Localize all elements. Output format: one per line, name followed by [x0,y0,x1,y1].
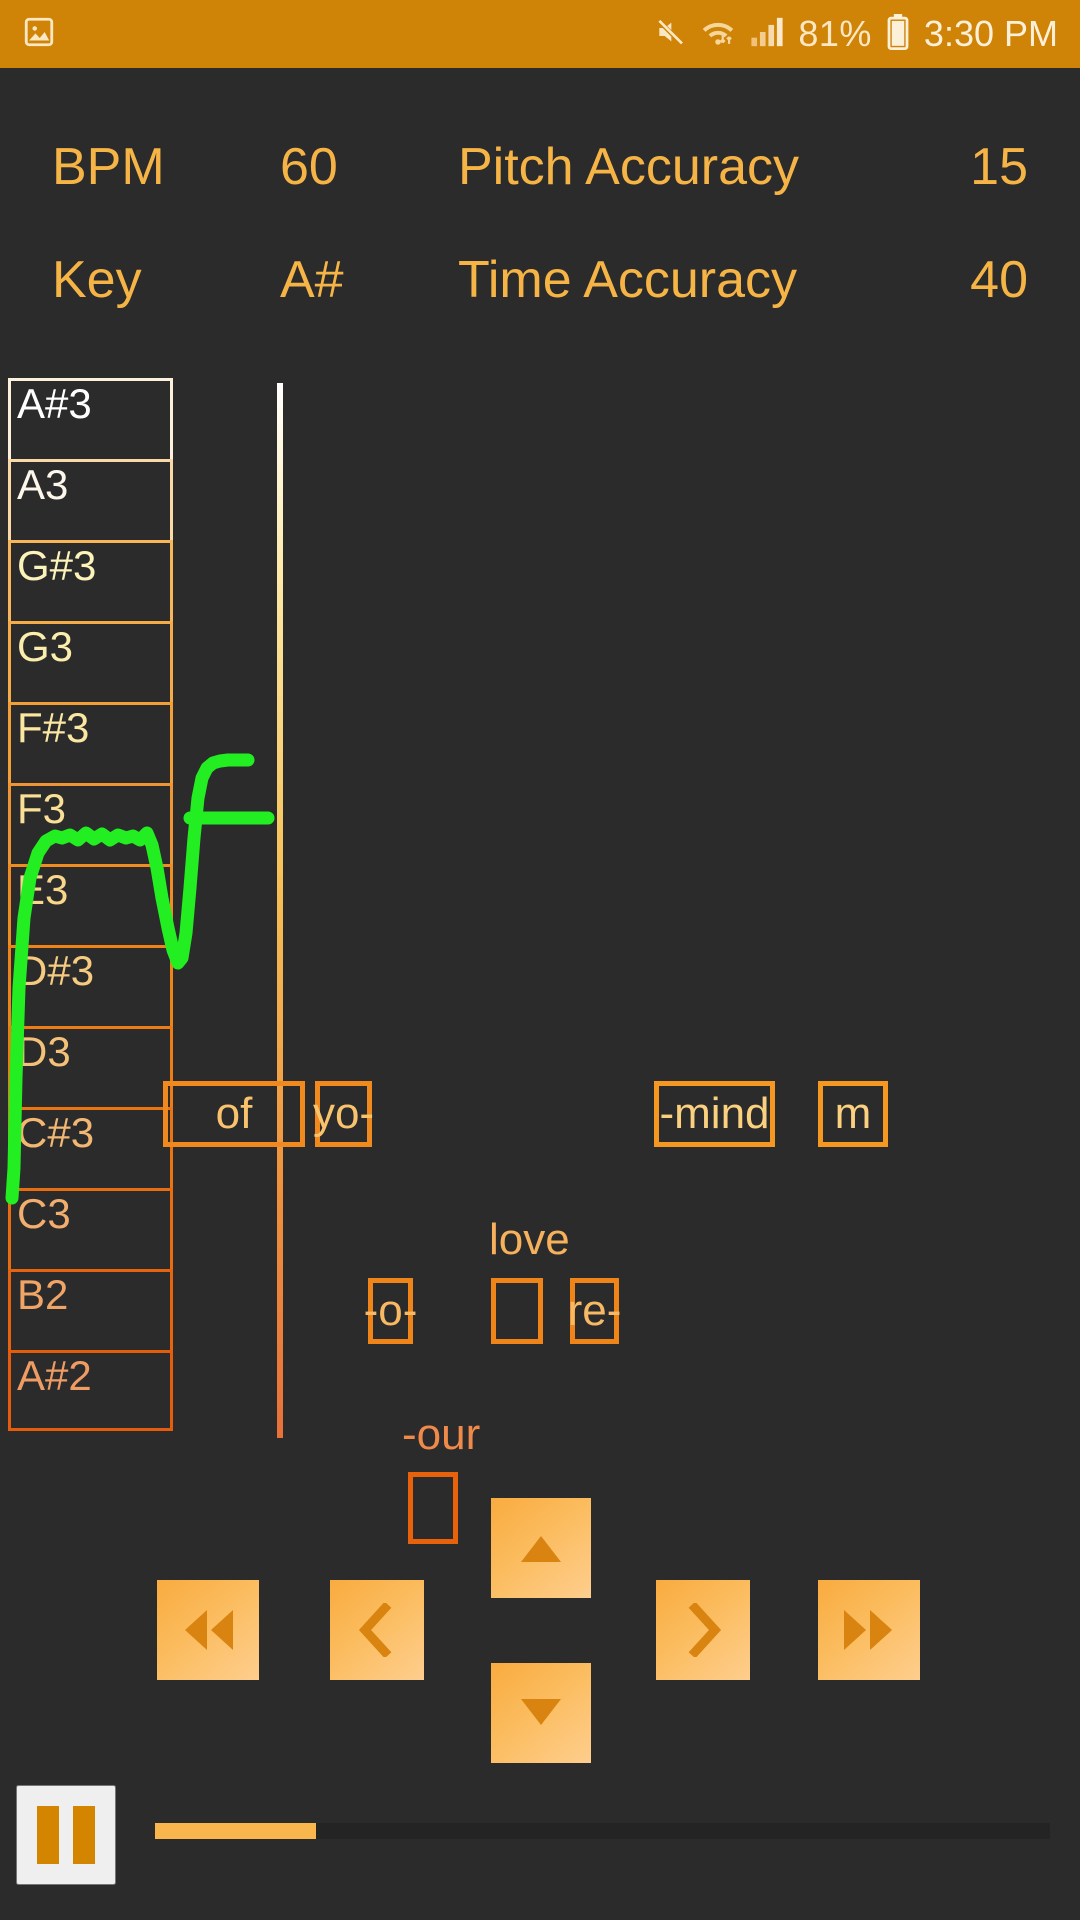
bpm-label: BPM [52,138,165,196]
clock-label: 3:30 PM [923,13,1058,54]
piano-roll[interactable]: A#3 A3 G#3 G3 F#3 F3 E3 D#3 D3 C#3 C3 B2 A#2 of yo- -m… [0,378,1080,1544]
up-button[interactable] [491,1498,591,1598]
down-button[interactable] [491,1663,591,1763]
mute-icon [654,16,686,53]
status-bar-right: 81% 3:30 PM [654,13,1058,55]
transport-pad [0,1480,1080,1763]
chevron-left-icon [358,1603,392,1657]
status-bar-left [22,15,56,54]
bottom-bar [0,1775,1080,1920]
pause-icon-bar-right [73,1806,95,1864]
battery-icon [886,13,910,55]
image-icon [22,15,56,54]
prev-button[interactable] [330,1580,424,1680]
time-accuracy-label: Time Accuracy [458,251,798,309]
signal-icon [750,16,784,53]
stats-row-bpm: BPM 60 Pitch Accuracy 15 [0,123,1080,211]
key-label: Key [52,251,142,309]
stats-panel: BPM 60 Pitch Accuracy 15 Key A# Time Acc… [0,68,1080,306]
play-pause-button[interactable] [16,1785,116,1885]
pitch-accuracy-label: Pitch Accuracy [458,138,800,196]
progress-bar-fill [155,1823,317,1839]
status-bar: 81% 3:30 PM [0,0,1080,68]
stats-row-key: Key A# Time Accuracy 40 [0,236,1080,324]
key-value[interactable]: A# [280,254,344,306]
fast-forward-icon [844,1610,892,1650]
wifi-icon [700,16,736,53]
battery-percent-label: 81% [798,13,872,54]
pitch-accuracy-value[interactable]: 15 [970,141,1028,193]
bpm-value[interactable]: 60 [280,141,338,193]
next-button[interactable] [656,1580,750,1680]
progress-bar[interactable] [155,1823,1050,1839]
triangle-up-icon [521,1536,561,1562]
time-accuracy-value[interactable]: 40 [970,254,1028,306]
chevron-right-icon [688,1603,722,1657]
triangle-down-icon [521,1699,561,1725]
fast-forward-button[interactable] [818,1580,920,1680]
rewind-icon [185,1610,233,1650]
pitch-curve [5,753,275,1205]
pause-icon-bar-left [37,1806,59,1864]
rewind-button[interactable] [157,1580,259,1680]
